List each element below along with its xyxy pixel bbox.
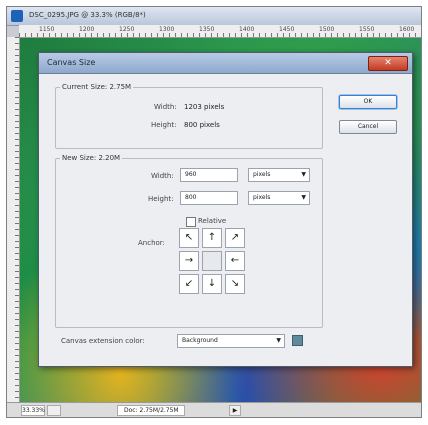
ruler-tick: 1250 [119,26,135,33]
chevron-down-icon: ▼ [276,337,281,344]
ruler-tick: 1400 [239,26,255,33]
close-button[interactable]: ✕ [368,56,408,71]
height-unit-select[interactable]: pixels ▼ [248,191,310,205]
anchor-top-right-arrow-icon[interactable]: ↗ [225,228,245,248]
dialog-title: Canvas Size [47,58,96,67]
anchor-label: Anchor: [138,239,165,247]
new-size-legend: New Size: 2.20M [62,154,121,162]
document-title-bar[interactable]: DSC_0295.JPG @ 33.3% (RGB/8*) [7,7,421,26]
zoom-field[interactable]: 33.33% [21,405,45,416]
width-unit-value: pixels [253,171,271,178]
current-size-group: Current Size: 2.75M Width: 1203 pixels H… [55,83,323,149]
anchor-top-left-arrow-icon[interactable]: ↖ [179,228,199,248]
width-unit-select[interactable]: pixels ▼ [248,168,310,182]
anchor-bottom-arrow-icon[interactable]: ↓ [202,274,222,294]
anchor-bottom-right-arrow-icon[interactable]: ↘ [225,274,245,294]
vertical-ruler[interactable] [7,37,20,403]
ruler-tick: 1550 [359,26,375,33]
document-title: DSC_0295.JPG @ 33.3% (RGB/8*) [29,11,146,19]
document-info: Doc: 2.75M/2.75M [117,405,185,416]
current-size-legend: Current Size: 2.75M [62,83,132,91]
extension-color-value: Background [182,337,218,344]
extension-color-label: Canvas extension color: [61,337,145,345]
ok-button[interactable]: OK [339,95,397,109]
new-height-label: Height: [148,195,174,203]
current-width-value: 1203 pixels [184,103,225,111]
anchor-bottom-left-arrow-icon[interactable]: ↙ [179,274,199,294]
photoshop-icon [11,10,23,22]
cancel-button[interactable]: Cancel [339,120,397,134]
current-height-label: Height: [151,121,177,129]
ruler-tick: 1600 [399,26,415,33]
current-height-value: 800 pixels [184,121,220,129]
anchor-left-arrow-icon[interactable]: → [179,251,199,271]
horizontal-ruler[interactable]: 1150 1200 1250 1300 1350 1400 1450 1500 … [19,25,421,38]
relative-checkbox[interactable] [186,217,196,227]
dialog-title-bar[interactable]: Canvas Size ✕ [39,53,412,74]
chevron-down-icon: ▼ [301,194,306,201]
ruler-tick: 1350 [199,26,215,33]
ruler-tick: 1500 [319,26,335,33]
anchor-grid: ↖ ↑ ↗ → ← ↙ ↓ ↘ [179,228,245,294]
anchor-center-cell[interactable] [202,251,222,271]
canvas-size-dialog: Canvas Size ✕ Current Size: 2.75M Width:… [38,52,413,367]
current-width-label: Width: [154,103,177,111]
ruler-tick: 1200 [79,26,95,33]
ruler-tick: 1150 [39,26,55,33]
anchor-right-arrow-icon[interactable]: ← [225,251,245,271]
anchor-top-arrow-icon[interactable]: ↑ [202,228,222,248]
extension-color-swatch[interactable] [292,335,303,346]
height-input[interactable]: 800 [180,191,238,205]
chevron-down-icon: ▼ [301,171,306,178]
ruler-tick: 1300 [159,26,175,33]
height-unit-value: pixels [253,194,271,201]
ruler-tick: 1450 [279,26,295,33]
status-bar: 33.33% Doc: 2.75M/2.75M ▶ [7,402,421,417]
width-input[interactable]: 960 [180,168,238,182]
extension-color-select[interactable]: Background ▼ [177,334,285,348]
relative-label: Relative [198,217,227,225]
status-menu-button[interactable] [47,405,61,416]
new-width-label: Width: [151,172,174,180]
status-arrow-icon[interactable]: ▶ [229,405,241,416]
